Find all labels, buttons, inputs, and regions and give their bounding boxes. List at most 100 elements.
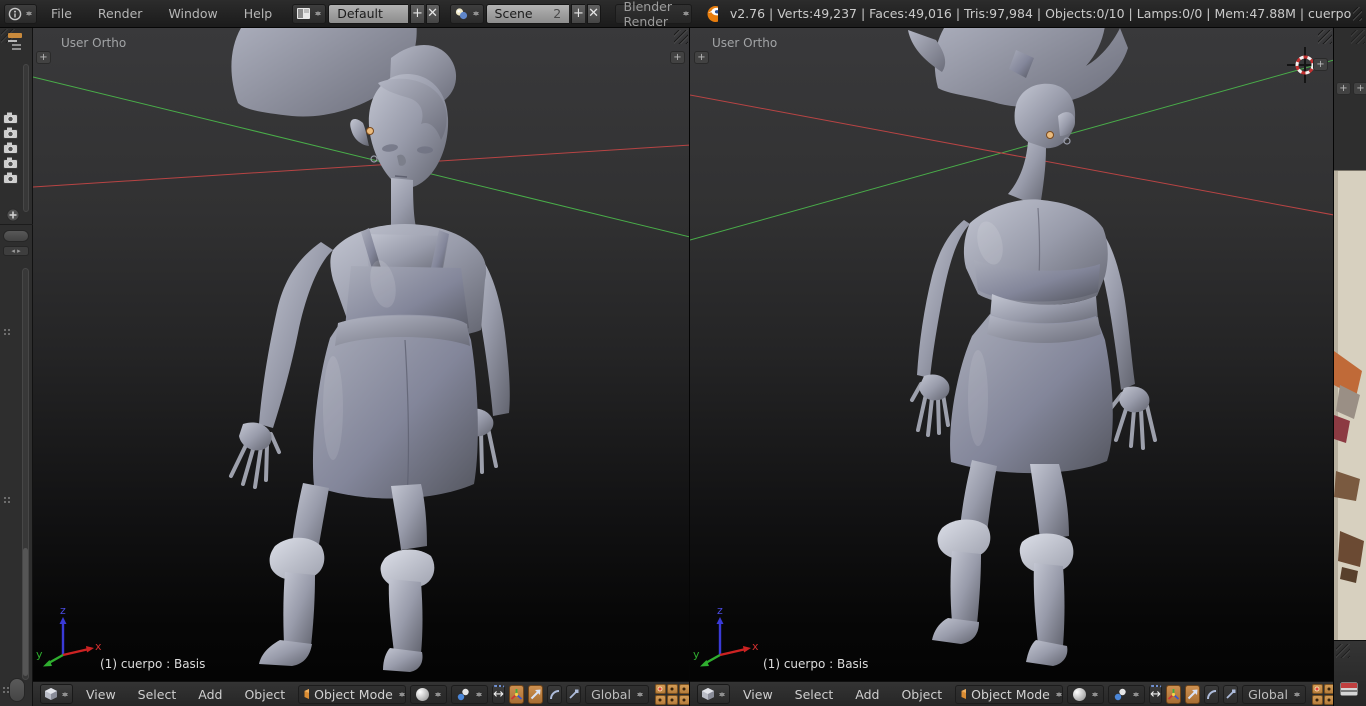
translate-arrow-icon bbox=[1187, 689, 1198, 699]
editor-type-button-3dview[interactable] bbox=[697, 684, 730, 704]
menu-view[interactable]: View bbox=[77, 687, 125, 702]
layer-toggle[interactable] bbox=[666, 683, 678, 694]
render-engine-select[interactable]: Blender Render bbox=[614, 0, 692, 29]
manipulator-toggle-button[interactable]: ↔ bbox=[492, 684, 506, 704]
screen-layout-browse-button[interactable] bbox=[292, 3, 327, 24]
character-model-front bbox=[229, 28, 510, 672]
camera-icon[interactable] bbox=[3, 157, 18, 169]
manipulator-rotate-button[interactable] bbox=[547, 684, 563, 704]
collapsed-widget[interactable] bbox=[9, 678, 25, 702]
close-scene-button[interactable]: ✕ bbox=[586, 3, 601, 24]
close-layout-button[interactable]: ✕ bbox=[425, 3, 440, 24]
scene-users-count[interactable]: 2 bbox=[543, 6, 561, 21]
area-corner-grip[interactable] bbox=[1351, 30, 1365, 44]
image-editor-header bbox=[1334, 640, 1366, 706]
menu-view[interactable]: View bbox=[734, 687, 782, 702]
screen-layout-name-field[interactable]: Default bbox=[328, 3, 409, 24]
3d-viewport-canvas[interactable]: z x y User Ortho (1) cuerpo : Basis + + bbox=[33, 28, 689, 681]
camera-icon[interactable] bbox=[3, 112, 18, 124]
manipulator-translate-button[interactable] bbox=[509, 684, 525, 704]
updown-arrows-icon bbox=[682, 8, 690, 19]
add-layout-button[interactable]: + bbox=[410, 3, 424, 24]
layer-toggle[interactable] bbox=[1311, 694, 1323, 705]
area-corner-grip[interactable] bbox=[1336, 644, 1350, 658]
transform-orientation-select[interactable]: Global bbox=[585, 684, 649, 704]
manipulator-rotate-button[interactable] bbox=[1204, 684, 1220, 704]
editor-type-button-info[interactable] bbox=[4, 3, 37, 24]
image-editor-icon[interactable] bbox=[1339, 681, 1359, 697]
panel-grip-dots[interactable] bbox=[3, 496, 11, 504]
reference-image-strip[interactable] bbox=[1334, 170, 1366, 641]
layer-toggle[interactable] bbox=[654, 683, 666, 694]
camera-icon[interactable] bbox=[3, 172, 18, 184]
menu-render[interactable]: Render bbox=[86, 0, 155, 27]
updown-arrows-icon bbox=[718, 689, 726, 700]
mini-axis-gizmo: z x y bbox=[36, 604, 102, 667]
layer-toggle[interactable] bbox=[678, 694, 689, 705]
layer-toggle[interactable] bbox=[1311, 683, 1323, 694]
menu-select[interactable]: Select bbox=[129, 687, 186, 702]
scrollbar[interactable] bbox=[23, 64, 29, 212]
expand-properties-button[interactable]: + bbox=[1313, 58, 1328, 71]
character-model-back bbox=[908, 28, 1157, 666]
camera-icon[interactable] bbox=[3, 142, 18, 154]
manipulator-translate-button[interactable] bbox=[1166, 684, 1182, 704]
collapsed-stepper-widget[interactable]: ◂ ▸ bbox=[3, 246, 29, 256]
viewport-shading-select[interactable] bbox=[410, 684, 448, 704]
pivot-point-select[interactable] bbox=[1108, 684, 1146, 704]
area-corner-grip[interactable] bbox=[1353, 6, 1362, 21]
layer-toggle[interactable] bbox=[1323, 683, 1333, 694]
expand-toolshelf-button[interactable]: + bbox=[36, 51, 51, 64]
updown-arrows-icon bbox=[61, 689, 69, 700]
camera-icon[interactable] bbox=[3, 127, 18, 139]
layer-toggle[interactable] bbox=[666, 694, 678, 705]
manipulator-toggle-button[interactable]: ↔ bbox=[1149, 684, 1163, 704]
panel-grip-dots[interactable] bbox=[3, 328, 11, 336]
manipulator-scale-button[interactable] bbox=[566, 684, 582, 704]
collapsed-slider-widget[interactable] bbox=[3, 230, 29, 242]
menu-object[interactable]: Object bbox=[892, 687, 951, 702]
viewport-shading-select[interactable] bbox=[1067, 684, 1105, 704]
translate-arrow-icon bbox=[530, 689, 541, 699]
mode-select[interactable]: Object Mode bbox=[298, 684, 407, 704]
pivot-point-icon bbox=[457, 688, 469, 700]
layer-toggle[interactable] bbox=[1323, 694, 1333, 705]
updown-arrows-icon bbox=[25, 8, 33, 19]
manipulator-arrow-button[interactable] bbox=[1185, 684, 1201, 704]
updown-arrows-icon bbox=[472, 8, 480, 19]
pivot-point-select[interactable] bbox=[451, 684, 489, 704]
layer-toggle[interactable] bbox=[678, 683, 689, 694]
menu-help[interactable]: Help bbox=[232, 0, 285, 27]
menu-add[interactable]: Add bbox=[189, 687, 231, 702]
layer-toggle[interactable] bbox=[654, 694, 666, 705]
scrollbar-thumb[interactable] bbox=[23, 548, 28, 676]
expand-panel-button[interactable]: + bbox=[1336, 82, 1351, 95]
top-info-bar: File Render Window Help Default + ✕ Scen… bbox=[0, 0, 1366, 29]
area-corner-grip[interactable] bbox=[674, 30, 688, 44]
manipulator-scale-button[interactable] bbox=[1223, 684, 1239, 704]
mode-select[interactable]: Object Mode bbox=[955, 684, 1064, 704]
plus-circle-icon[interactable] bbox=[6, 208, 20, 222]
manipulator-arrow-button[interactable] bbox=[528, 684, 544, 704]
updown-arrows-icon bbox=[398, 689, 406, 700]
updown-arrows-icon bbox=[475, 689, 483, 700]
scene-browse-button[interactable] bbox=[449, 3, 484, 24]
menu-select[interactable]: Select bbox=[786, 687, 843, 702]
menu-object[interactable]: Object bbox=[235, 687, 294, 702]
editor-type-button-3dview[interactable] bbox=[40, 684, 73, 704]
expand-panel-button[interactable]: + bbox=[1353, 82, 1366, 95]
expand-properties-button[interactable]: + bbox=[670, 51, 685, 64]
3d-viewport-canvas[interactable]: z x y User Ortho (1) cuerpo : Basis + + bbox=[690, 28, 1333, 681]
add-scene-button[interactable]: + bbox=[571, 3, 585, 24]
menu-window[interactable]: Window bbox=[156, 0, 229, 27]
transform-orientation-select[interactable]: Global bbox=[1242, 684, 1306, 704]
scene-icon bbox=[455, 8, 467, 20]
area-corner-grip[interactable] bbox=[1318, 30, 1332, 44]
blender-logo bbox=[707, 6, 718, 22]
scene-name-field[interactable]: Scene 2 bbox=[485, 3, 570, 24]
updown-arrows-icon bbox=[314, 8, 322, 19]
mini-axis-gizmo: z x y bbox=[693, 604, 759, 667]
menu-add[interactable]: Add bbox=[846, 687, 888, 702]
expand-toolshelf-button[interactable]: + bbox=[694, 51, 709, 64]
menu-file[interactable]: File bbox=[39, 0, 84, 27]
